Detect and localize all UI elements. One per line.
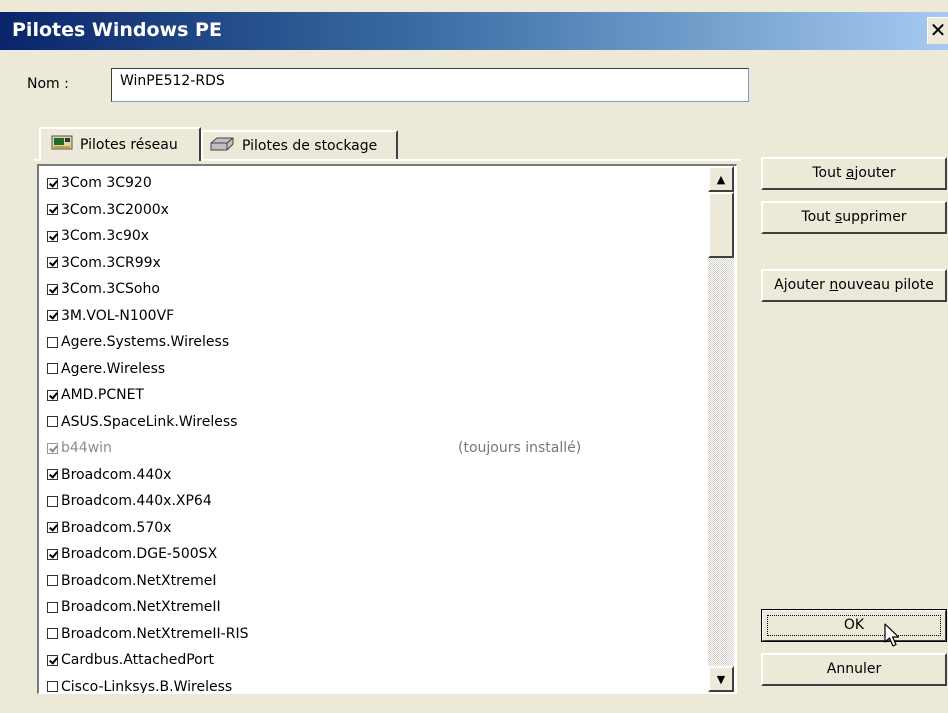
driver-list-scrollbar[interactable]: ▲ ▼: [708, 166, 734, 692]
cancel-button[interactable]: Annuler: [761, 653, 947, 686]
tab-network-drivers-label: Pilotes réseau: [80, 137, 178, 153]
driver-list-item[interactable]: Broadcom.NetXtremeI: [47, 568, 707, 595]
driver-label: Broadcom.570x: [61, 519, 172, 536]
add-new-driver-button[interactable]: Ajouter nouveau pilote: [761, 269, 947, 302]
remove-all-text-2: upprimer: [842, 209, 907, 225]
driver-checkbox[interactable]: [47, 257, 58, 269]
driver-label: Broadcom.DGE-500SX: [61, 546, 218, 563]
driver-label: 3Com.3CSoho: [61, 281, 160, 298]
driver-list-item[interactable]: Broadcom.DGE-500SX: [47, 541, 707, 568]
driver-label: 3Com.3c90x: [61, 228, 150, 245]
driver-label: Broadcom.NetXtremeII-RIS: [61, 625, 249, 642]
driver-label: Broadcom.NetXtremeII: [61, 599, 221, 616]
driver-list-item[interactable]: Broadcom.NetXtremeII: [47, 594, 707, 621]
driver-list-item[interactable]: Broadcom.NetXtremeII-RIS: [47, 621, 707, 648]
driver-checkbox[interactable]: [47, 177, 58, 189]
driver-checkbox[interactable]: [47, 601, 58, 613]
tab-network-drivers[interactable]: Pilotes réseau: [39, 127, 201, 161]
driver-list-item[interactable]: 3M.VOL-N100VF: [47, 303, 707, 330]
tab-storage-drivers-label: Pilotes de stockage: [242, 137, 378, 154]
close-button[interactable]: ✕: [927, 17, 948, 44]
arrow-down-icon: ▼: [716, 672, 726, 686]
driver-label: Broadcom.NetXtremeI: [61, 572, 217, 589]
add-new-mnemonic: n: [829, 277, 839, 293]
driver-list-item[interactable]: Cardbus.AttachedPort: [47, 647, 707, 674]
driver-list-rows: 3Com 3C920 3Com.3C2000x 3Com.3c90x 3Com.3CR…: [47, 170, 707, 694]
add-all-button[interactable]: Tout ajouter: [761, 157, 947, 190]
driver-label: b44win: [61, 440, 112, 457]
add-all-text-1: Tout: [812, 165, 846, 181]
title-bar: Pilotes Windows PE: [0, 12, 948, 50]
driver-list-item[interactable]: Agere.Systems.Wireless: [47, 329, 707, 356]
driver-label: Agere.Wireless: [61, 360, 166, 377]
driver-list-item[interactable]: Broadcom.440x.XP64: [47, 488, 707, 515]
driver-checkbox[interactable]: [47, 336, 58, 348]
scroll-up-button[interactable]: ▲: [708, 166, 734, 192]
driver-list-item[interactable]: Broadcom.440x: [47, 462, 707, 489]
cancel-button-label: Annuler: [826, 661, 882, 677]
remove-all-button[interactable]: Tout supprimer: [761, 201, 947, 234]
driver-label: 3Com.3CR99x: [61, 254, 161, 271]
mouse-pointer-icon: [884, 623, 902, 653]
driver-label: ASUS.SpaceLink.Wireless: [61, 413, 238, 430]
driver-label: Cisco-Linksys.B.Wireless: [61, 678, 233, 694]
driver-label: Cardbus.AttachedPort: [61, 652, 214, 669]
scroll-thumb[interactable]: [708, 192, 734, 258]
driver-checkbox[interactable]: [47, 681, 58, 693]
driver-checkbox: [47, 442, 58, 454]
driver-list-item[interactable]: ASUS.SpaceLink.Wireless: [47, 409, 707, 436]
driver-checkbox[interactable]: [47, 230, 58, 242]
driver-list-item[interactable]: AMD.PCNET: [47, 382, 707, 409]
driver-label: 3Com 3C920: [61, 175, 152, 192]
driver-list-item[interactable]: 3Com.3c90x: [47, 223, 707, 250]
add-new-text-1: Ajouter: [774, 277, 830, 293]
driver-checkbox[interactable]: [47, 628, 58, 640]
driver-checkbox[interactable]: [47, 416, 58, 428]
driver-checkbox[interactable]: [47, 204, 58, 216]
driver-checkbox[interactable]: [47, 469, 58, 481]
driver-checkbox[interactable]: [47, 310, 58, 322]
driver-checkbox[interactable]: [47, 522, 58, 534]
driver-checkbox[interactable]: [47, 575, 58, 587]
driver-checkbox[interactable]: [47, 363, 58, 375]
driver-checkbox[interactable]: [47, 495, 58, 507]
driver-note: (toujours installé): [458, 440, 582, 457]
driver-label: Broadcom.440x: [61, 466, 172, 483]
driver-list-item[interactable]: 3Com.3CR99x: [47, 250, 707, 277]
driver-checkbox[interactable]: [47, 283, 58, 295]
driver-label: 3M.VOL-N100VF: [61, 307, 175, 324]
ok-button-label: OK: [843, 617, 865, 633]
driver-label: 3Com.3C2000x: [61, 201, 169, 218]
add-all-text-2: jouter: [854, 165, 896, 181]
driver-list[interactable]: 3Com 3C920 3Com.3C2000x 3Com.3c90x 3Com.3CR…: [37, 164, 737, 694]
driver-list-item[interactable]: Broadcom.570x: [47, 515, 707, 542]
driver-label: Broadcom.440x.XP64: [61, 493, 212, 510]
driver-list-item[interactable]: 3Com.3CSoho: [47, 276, 707, 303]
name-label: Nom :: [27, 76, 69, 92]
driver-checkbox[interactable]: [47, 654, 58, 666]
tab-storage-drivers[interactable]: Pilotes de stockage: [201, 130, 398, 159]
driver-label: AMD.PCNET: [61, 387, 144, 404]
driver-checkbox[interactable]: [47, 548, 58, 560]
driver-list-item: b44win (toujours installé): [47, 435, 707, 462]
driver-list-item[interactable]: 3Com 3C920: [47, 170, 707, 197]
window-title: Pilotes Windows PE: [12, 19, 222, 41]
remove-all-text-1: Tout: [801, 209, 835, 225]
network-card-icon: [51, 135, 73, 155]
driver-list-item[interactable]: 3Com.3C2000x: [47, 197, 707, 224]
name-input[interactable]: [111, 68, 749, 102]
driver-checkbox[interactable]: [47, 389, 58, 401]
driver-list-item[interactable]: Agere.Wireless: [47, 356, 707, 383]
add-new-text-2: ouveau pilote: [838, 277, 934, 293]
driver-list-item[interactable]: Cisco-Linksys.B.Wireless: [47, 674, 707, 694]
ok-button[interactable]: OK: [761, 609, 947, 642]
disk-drive-icon: [209, 137, 235, 155]
scroll-down-button[interactable]: ▼: [708, 666, 734, 692]
driver-label: Agere.Systems.Wireless: [61, 334, 230, 351]
arrow-up-icon: ▲: [716, 172, 726, 186]
